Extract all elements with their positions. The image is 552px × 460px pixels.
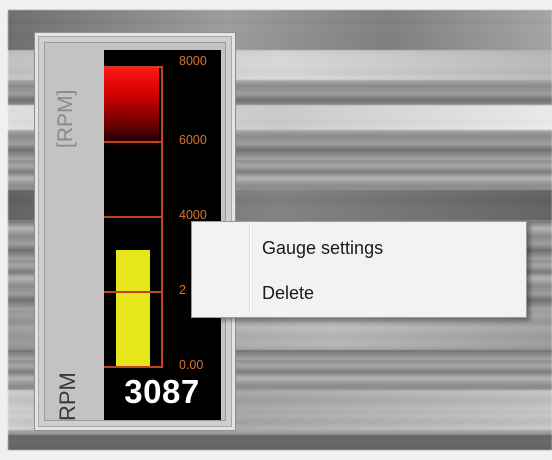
menu-item-delete[interactable]: Delete xyxy=(194,276,524,310)
scale-label-6000: 6000 xyxy=(179,133,207,147)
bar-track xyxy=(104,50,161,367)
scale-label-0: 0.00 xyxy=(179,358,204,372)
menu-item-gauge-settings[interactable]: Gauge settings xyxy=(194,231,524,265)
gauge-name-label: [RPM] xyxy=(54,89,77,148)
scale-label-8000: 8000 xyxy=(179,54,207,68)
rpm-readout: 3087 xyxy=(124,373,200,410)
tick-6000 xyxy=(104,141,163,143)
scale-label-2000: 2 xyxy=(179,283,186,297)
menu-item-label: Gauge settings xyxy=(262,238,384,258)
context-menu: Gauge settings Delete xyxy=(191,221,527,318)
scale-label-4000: 4000 xyxy=(179,208,207,222)
tick-0 xyxy=(104,366,163,368)
tick-4000 xyxy=(104,216,163,218)
menu-item-label: Delete xyxy=(262,283,315,303)
gauge-unit-label: RPM xyxy=(55,372,80,421)
tick-8000 xyxy=(104,66,163,68)
tick-2000 xyxy=(104,291,163,293)
redline-zone xyxy=(104,66,159,148)
rpm-bar-fill xyxy=(116,250,150,366)
